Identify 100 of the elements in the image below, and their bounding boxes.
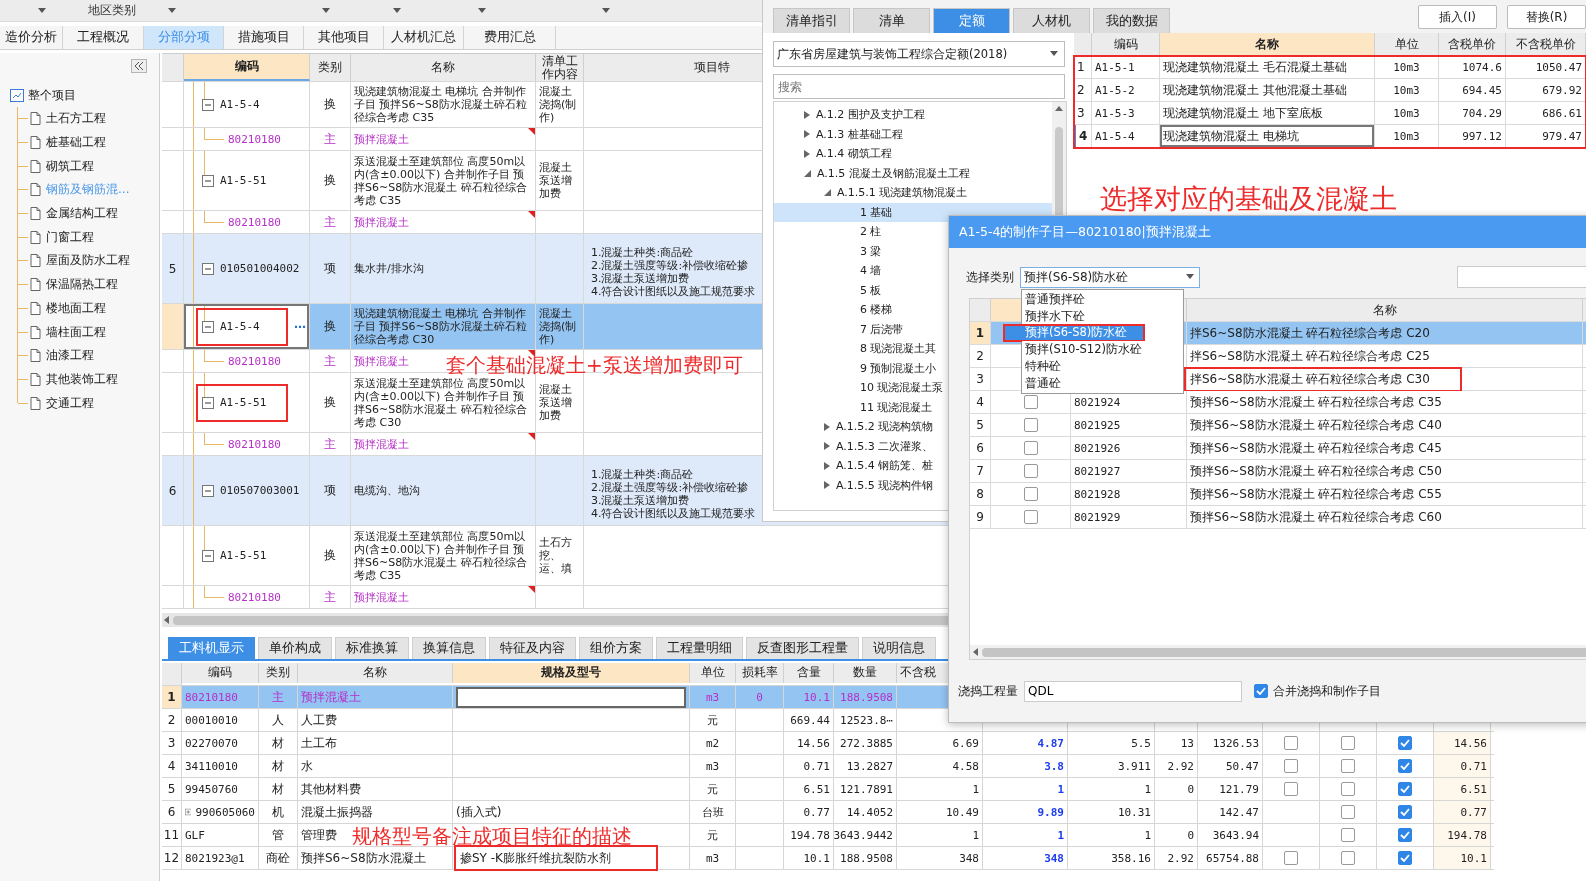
table-row[interactable]: 3 A1-5-3 现浇建筑物混凝土 地下室底板 10m3 704.29 686.61 <box>1074 102 1586 125</box>
checkbox[interactable] <box>1341 736 1355 750</box>
table-row[interactable]: 6 8021926 预拌S6~S8防水混凝土 碎石粒径综合考虑 C45 <box>970 437 1586 460</box>
content-value: 6.51 <box>803 782 830 796</box>
tree-item[interactable]: A.1.4 砌筑工程 <box>774 144 1052 164</box>
type-label: 换 <box>324 549 336 562</box>
caret-right-icon[interactable] <box>804 130 810 139</box>
caret-icon[interactable] <box>478 7 486 14</box>
search-field[interactable] <box>1457 266 1586 288</box>
caret-right-icon[interactable] <box>804 149 810 158</box>
scrollbar[interactable] <box>970 645 1586 659</box>
checkbox[interactable] <box>1284 782 1298 796</box>
column-header: 编码 <box>1092 33 1160 55</box>
checkbox[interactable] <box>1398 759 1412 773</box>
checkbox[interactable] <box>1023 510 1038 524</box>
table-row[interactable]: 1 A1-5-1 现浇建筑物混凝土 毛石混凝土基础 10m3 1074.6 1050.47 <box>1074 56 1586 79</box>
caret-right-icon[interactable] <box>824 442 830 451</box>
quantity-value: 121.7891 <box>840 782 893 796</box>
expand-icon[interactable] <box>185 806 192 818</box>
caret-icon[interactable] <box>322 7 330 14</box>
tree-item[interactable]: A.1.3 桩基础工程 <box>774 124 1052 144</box>
tab[interactable]: 说明信息 <box>862 637 936 659</box>
caret-icon[interactable] <box>393 7 401 14</box>
checkbox[interactable] <box>1284 759 1298 773</box>
caret-right-icon[interactable] <box>824 461 830 470</box>
tab[interactable]: 清单 <box>853 8 930 33</box>
table-row[interactable]: 7 8021927 预拌S6~S8防水混凝土 碎石粒径综合考虑 C50 <box>970 460 1586 483</box>
input-field[interactable]: QDL <box>1024 680 1242 702</box>
checkbox[interactable] <box>1023 418 1038 432</box>
checkbox[interactable] <box>1023 487 1038 501</box>
tree-item[interactable]: A.1.2 围护及支护工程 <box>774 105 1052 125</box>
caret-icon[interactable] <box>602 7 610 14</box>
table-row[interactable]: 5 8021925 预拌S6~S8防水混凝土 碎石粒径综合考虑 C40 <box>970 414 1586 437</box>
arrow-left-icon[interactable] <box>164 616 169 624</box>
table-row[interactable]: 9 8021929 预拌S6~S8防水混凝土 碎石粒径综合考虑 C60 <box>970 506 1586 529</box>
checkbox[interactable] <box>1341 782 1355 796</box>
caret-right-icon[interactable] <box>804 110 810 119</box>
table-row[interactable]: 4 A1-5-4 现浇建筑物混凝土 电梯坑 10m3 997.12 979.47 <box>1074 125 1586 148</box>
collapse-icon[interactable] <box>202 98 214 111</box>
caret-right-icon[interactable] <box>824 481 830 490</box>
caret-icon[interactable] <box>168 7 176 14</box>
arrow-left-icon[interactable] <box>973 648 978 656</box>
dropdown-option[interactable]: 特种砼 <box>1022 358 1064 375</box>
tab[interactable]: 组价方案 <box>579 637 653 659</box>
checkbox[interactable] <box>1023 464 1038 478</box>
spec-input[interactable] <box>456 686 686 708</box>
checkbox[interactable] <box>1284 736 1298 750</box>
caret-right-icon[interactable] <box>824 422 830 431</box>
tab[interactable]: 单价构成 <box>258 637 332 659</box>
toolbar-button[interactable]: 替换(R) <box>1507 5 1586 29</box>
checkbox[interactable] <box>1284 851 1298 865</box>
tab[interactable]: 清单指引 <box>773 8 850 33</box>
tree-item[interactable]: A.1.5.1 现浇建筑物混凝土 <box>774 183 1052 203</box>
toolbar-button[interactable]: 插入(I) <box>1418 5 1497 29</box>
checkbox[interactable] <box>1023 395 1038 409</box>
table-row[interactable]: 8 8021928 预拌S6~S8防水混凝土 碎石粒径综合考虑 C55 <box>970 483 1586 506</box>
table-row[interactable]: 4 8021924 预拌S6~S8防水混凝土 碎石粒径综合考虑 C35 <box>970 391 1586 414</box>
tab[interactable]: 人材机 <box>1013 8 1090 33</box>
tab[interactable]: 反查图形工程量 <box>746 637 859 659</box>
collapse-icon[interactable] <box>202 484 214 497</box>
more-button[interactable]: ⋯ <box>294 319 306 334</box>
collapse-icon[interactable] <box>202 320 214 333</box>
checkbox[interactable] <box>1023 441 1038 455</box>
collapse-sidebar-button[interactable] <box>131 59 147 73</box>
price-value: 0.71 <box>1460 759 1487 773</box>
tree-item[interactable]: 整个项目 <box>0 83 159 107</box>
tab[interactable]: 我的数据 <box>1093 8 1170 33</box>
category-dropdown[interactable]: 预拌(S6-S8)防水砼 <box>1020 266 1200 288</box>
quota-dropdown[interactable]: 广东省房屋建筑与装饰工程综合定额(2018) <box>773 41 1065 67</box>
checkbox[interactable] <box>1398 805 1412 819</box>
checkbox[interactable] <box>1341 851 1355 865</box>
search-field[interactable]: 搜索 <box>773 74 1065 99</box>
tab[interactable]: 特征及内容 <box>489 637 576 659</box>
collapse-icon[interactable] <box>202 396 214 409</box>
caret-icon[interactable] <box>1186 274 1194 280</box>
table-row[interactable]: 2 A1-5-2 现浇建筑物混凝土 其他混凝土基础 10m3 694.45 679.92 <box>1074 79 1586 102</box>
tab[interactable]: 工程量明细 <box>656 637 743 659</box>
checkbox[interactable] <box>1341 759 1355 773</box>
caret-down-icon[interactable] <box>824 189 831 197</box>
caret-icon[interactable] <box>38 7 46 14</box>
tab[interactable]: 换算信息 <box>412 637 486 659</box>
checkbox[interactable] <box>1341 805 1355 819</box>
checkbox[interactable] <box>1398 782 1412 796</box>
double-chevron-left-icon <box>134 62 144 70</box>
checkbox[interactable] <box>1398 736 1412 750</box>
item-name: 预拌混凝土 <box>354 590 409 604</box>
dropdown-option[interactable]: 普通预拌砼 <box>1022 291 1088 308</box>
checkbox[interactable] <box>1254 684 1268 698</box>
tree-item[interactable]: A.1.5 混凝土及钢筋混凝土工程 <box>774 163 1052 183</box>
checkbox[interactable] <box>1341 828 1355 842</box>
checkbox[interactable] <box>1398 828 1412 842</box>
resource-name: 其他材料费 <box>301 780 361 798</box>
arrow-up-icon[interactable] <box>1055 106 1063 111</box>
tab[interactable]: 标准换算 <box>335 637 409 659</box>
collapse-icon[interactable] <box>202 549 214 562</box>
unit: 元 <box>707 781 718 797</box>
checkbox[interactable] <box>1398 851 1412 865</box>
collapse-icon[interactable] <box>202 262 214 275</box>
collapse-icon[interactable] <box>202 174 214 187</box>
caret-down-icon[interactable] <box>804 169 811 177</box>
